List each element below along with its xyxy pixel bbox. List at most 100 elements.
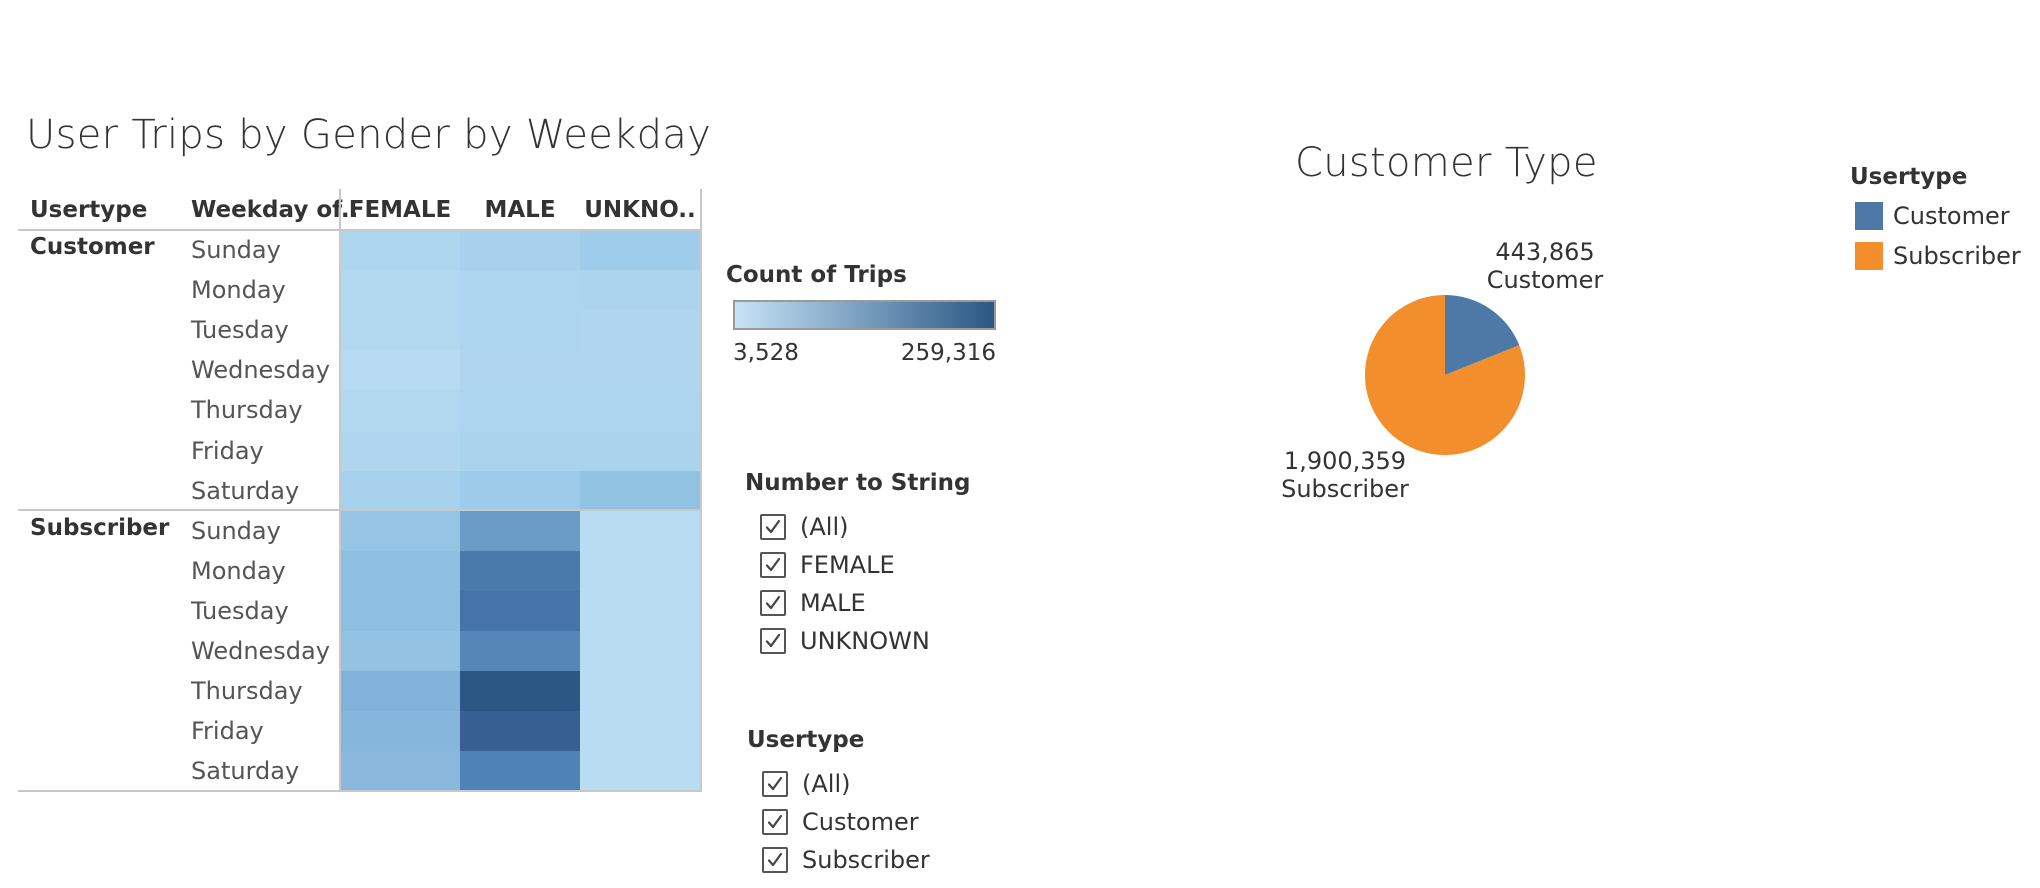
header-unknown[interactable]: UNKNO..: [580, 197, 700, 223]
heatmap-cell-customer-friday-female[interactable]: [340, 430, 460, 472]
heatmap-cell-customer-sunday-female[interactable]: [340, 230, 460, 271]
heatmap-cell-customer-sunday-unknown[interactable]: [580, 230, 700, 271]
weekday-label[interactable]: Friday: [191, 717, 264, 745]
heatmap-cell-customer-thursday-unknown[interactable]: [580, 390, 700, 432]
heatmap-cell-subscriber-monday-male[interactable]: [460, 550, 580, 592]
header-usertype[interactable]: Usertype: [30, 197, 147, 223]
pie-label-customer: 443,865 Customer: [1470, 238, 1620, 294]
checkmark-icon: [767, 776, 783, 791]
heatmap-cell-customer-tuesday-male[interactable]: [460, 310, 580, 352]
heatmap-cell-customer-saturday-female[interactable]: [340, 470, 460, 512]
color-legend-min: 3,528: [733, 340, 799, 366]
filter-option-customer[interactable]: Customer: [762, 807, 919, 837]
filter-option-male[interactable]: MALE: [760, 588, 866, 618]
checkbox[interactable]: [760, 590, 786, 616]
heatmap-cell-subscriber-thursday-unknown[interactable]: [580, 671, 700, 713]
filter-option-subscriber[interactable]: Subscriber: [762, 845, 930, 875]
pie-name-customer: Customer: [1486, 266, 1604, 294]
filter-option-label: (All): [802, 770, 851, 798]
heatmap-cell-subscriber-tuesday-male[interactable]: [460, 590, 580, 632]
header-female[interactable]: FEMALE: [340, 197, 460, 223]
heatmap-cell-customer-wednesday-unknown[interactable]: [580, 350, 700, 392]
weekday-label[interactable]: Sunday: [191, 517, 281, 545]
heatmap-cell-customer-friday-male[interactable]: [460, 430, 580, 472]
heatmap-cell-customer-monday-male[interactable]: [460, 270, 580, 312]
heatmap-cell-subscriber-friday-unknown[interactable]: [580, 711, 700, 753]
heatmap-cell-subscriber-thursday-male[interactable]: [460, 671, 580, 713]
heatmap-cell-subscriber-tuesday-female[interactable]: [340, 590, 460, 632]
weekday-label[interactable]: Tuesday: [191, 597, 289, 625]
weekday-label[interactable]: Monday: [191, 557, 286, 585]
pie-legend-title: Usertype: [1850, 164, 1968, 190]
group-label-subscriber[interactable]: Subscriber: [30, 515, 169, 541]
heatmap-cell-customer-sunday-male[interactable]: [460, 230, 580, 271]
heatmap-cell-subscriber-sunday-female[interactable]: [340, 510, 460, 552]
checkbox[interactable]: [762, 847, 788, 873]
heatmap-cell-subscriber-monday-unknown[interactable]: [580, 550, 700, 592]
pie-name-subscriber: Subscriber: [1281, 475, 1409, 503]
filter-option-female[interactable]: FEMALE: [760, 550, 895, 580]
heatmap-cell-customer-monday-unknown[interactable]: [580, 270, 700, 312]
checkmark-icon: [765, 633, 781, 648]
pie-legend-swatch-subscriber: [1855, 242, 1883, 270]
heatmap-cell-customer-saturday-male[interactable]: [460, 470, 580, 512]
group-divider: [18, 509, 702, 511]
weekday-label[interactable]: Thursday: [191, 677, 303, 705]
heatmap-cell-customer-thursday-male[interactable]: [460, 390, 580, 432]
filter-usertype-title: Usertype: [747, 727, 865, 753]
pie-value-subscriber: 1,900,359: [1283, 447, 1407, 475]
group-label-customer[interactable]: Customer: [30, 234, 155, 260]
heatmap-cell-subscriber-friday-male[interactable]: [460, 711, 580, 753]
checkbox[interactable]: [760, 552, 786, 578]
filter-option-all[interactable]: (All): [762, 769, 850, 799]
weekday-label[interactable]: Saturday: [191, 757, 299, 785]
heatmap-cell-customer-saturday-unknown[interactable]: [580, 470, 700, 512]
pie-legend-item-subscriber[interactable]: Subscriber: [1855, 242, 2021, 270]
checkmark-icon: [767, 852, 783, 867]
heatmap-cell-subscriber-friday-female[interactable]: [340, 711, 460, 753]
filter-option-label: Subscriber: [802, 846, 930, 874]
pie-legend-item-customer[interactable]: Customer: [1855, 202, 2010, 230]
heatmap-cell-subscriber-tuesday-unknown[interactable]: [580, 590, 700, 632]
heatmap-cell-customer-monday-female[interactable]: [340, 270, 460, 312]
weekday-label[interactable]: Wednesday: [191, 356, 330, 384]
filter-option-label: MALE: [800, 589, 866, 617]
heatmap-cell-subscriber-wednesday-female[interactable]: [340, 631, 460, 672]
checkbox[interactable]: [760, 628, 786, 654]
header-weekday[interactable]: Weekday of..: [191, 197, 358, 223]
filter-option-all[interactable]: (All): [760, 512, 848, 542]
weekday-label[interactable]: Thursday: [191, 396, 303, 424]
pie-title: Customer Type: [1295, 140, 1598, 186]
heatmap-cell-customer-tuesday-unknown[interactable]: [580, 310, 700, 352]
heatmap-cell-subscriber-monday-female[interactable]: [340, 550, 460, 592]
weekday-label[interactable]: Friday: [191, 437, 264, 465]
pie-chart: [1365, 295, 1525, 455]
checkmark-icon: [765, 557, 781, 572]
heatmap-cell-subscriber-sunday-male[interactable]: [460, 510, 580, 552]
checkbox[interactable]: [762, 771, 788, 797]
checkbox[interactable]: [760, 514, 786, 540]
heatmap-cell-customer-wednesday-female[interactable]: [340, 350, 460, 392]
heatmap-cell-subscriber-wednesday-male[interactable]: [460, 631, 580, 672]
heatmap-cell-subscriber-wednesday-unknown[interactable]: [580, 631, 700, 672]
checkbox[interactable]: [762, 809, 788, 835]
heatmap-cell-customer-tuesday-female[interactable]: [340, 310, 460, 352]
heatmap-cell-subscriber-saturday-male[interactable]: [460, 751, 580, 793]
filter-option-label: FEMALE: [800, 551, 895, 579]
filter-option-unknown[interactable]: UNKNOWN: [760, 626, 930, 656]
checkmark-icon: [765, 519, 781, 534]
weekday-label[interactable]: Wednesday: [191, 637, 330, 665]
pie-legend-label-customer: Customer: [1893, 202, 2010, 230]
weekday-label[interactable]: Saturday: [191, 477, 299, 505]
heatmap-cell-customer-friday-unknown[interactable]: [580, 430, 700, 472]
heatmap-cell-subscriber-saturday-female[interactable]: [340, 751, 460, 793]
weekday-label[interactable]: Tuesday: [191, 316, 289, 344]
heatmap-cell-subscriber-thursday-female[interactable]: [340, 671, 460, 713]
heatmap-cell-subscriber-sunday-unknown[interactable]: [580, 510, 700, 552]
header-male[interactable]: MALE: [460, 197, 580, 223]
weekday-label[interactable]: Monday: [191, 276, 286, 304]
weekday-label[interactable]: Sunday: [191, 236, 281, 264]
heatmap-cell-customer-wednesday-male[interactable]: [460, 350, 580, 392]
heatmap-cell-subscriber-saturday-unknown[interactable]: [580, 751, 700, 793]
heatmap-cell-customer-thursday-female[interactable]: [340, 390, 460, 432]
